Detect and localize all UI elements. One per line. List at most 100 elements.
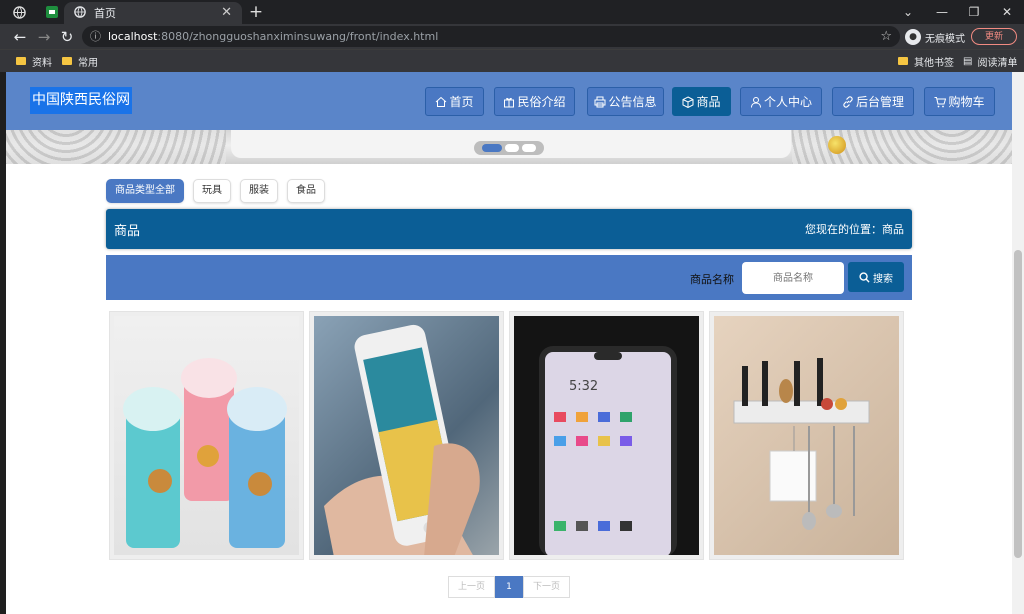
breadcrumb-current[interactable]: 商品 — [882, 223, 904, 236]
scrollbar-thumb[interactable] — [1014, 250, 1022, 558]
browser-toolbar: ← → ↻ ⓘ localhost:8080/zhongguoshanximin… — [0, 24, 1024, 49]
other-bookmarks[interactable]: 其他书签 — [898, 53, 954, 69]
new-tab-button[interactable]: + — [246, 2, 266, 22]
cart-icon — [934, 96, 947, 107]
window-close-button[interactable]: ✕ — [992, 2, 1022, 22]
nav-label: 个人中心 — [763, 95, 812, 109]
box-icon — [682, 95, 694, 108]
nav-announcements[interactable]: 公告信息 — [587, 87, 664, 116]
globe-icon[interactable] — [8, 4, 30, 20]
product-card[interactable] — [709, 311, 904, 560]
carousel-dot-1[interactable] — [482, 144, 502, 152]
search-icon — [859, 271, 870, 283]
reading-list-icon: ▤ — [963, 55, 973, 67]
page-scrollbar[interactable] — [1012, 72, 1024, 614]
breadcrumb-label: 您现在的位置： — [805, 223, 882, 236]
page-1-button[interactable]: 1 — [495, 576, 523, 598]
section-header: 商品 您现在的位置：商品 — [106, 209, 912, 249]
search-button-label: 搜索 — [873, 273, 893, 285]
nav-home[interactable]: 首页 — [425, 87, 484, 116]
carousel-indicators — [474, 141, 544, 155]
close-icon[interactable]: ✕ — [221, 5, 232, 20]
carousel-dot-3[interactable] — [522, 144, 536, 152]
site-header: 中国陕西民俗网 首页 民俗介绍 公告信息 商品 个人中心 后台管理 购物车 — [6, 72, 1012, 130]
folder-icon — [898, 57, 908, 65]
nav-label: 商品 — [696, 95, 721, 109]
banner-decoration — [792, 130, 1012, 164]
pinned-tab-icon[interactable] — [42, 4, 62, 20]
prev-page-button[interactable]: 上一页 — [448, 576, 495, 598]
bookmark-folder-1[interactable]: 资料 — [16, 53, 52, 69]
star-icon[interactable]: ☆ — [880, 26, 892, 47]
search-button[interactable]: 搜索 — [848, 262, 904, 292]
product-card[interactable] — [309, 311, 504, 560]
back-arrow-icon[interactable]: ← — [10, 27, 30, 47]
filter-all[interactable]: 商品类型全部 — [106, 179, 184, 203]
folder-icon — [62, 57, 72, 65]
nav-label: 购物车 — [948, 95, 985, 109]
lemon-decoration — [828, 136, 846, 154]
smartphone-image: 5:32 — [514, 316, 699, 555]
page-viewport: 中国陕西民俗网 首页 民俗介绍 公告信息 商品 个人中心 后台管理 购物车 商品… — [6, 72, 1012, 614]
nav-admin[interactable]: 后台管理 — [832, 87, 914, 116]
printer-icon — [594, 96, 606, 107]
bookmark-label: 常用 — [78, 57, 98, 69]
incognito-icon: ● — [905, 29, 921, 45]
carousel-dot-2[interactable] — [505, 144, 519, 152]
url-path: :8080/zhongguoshanximinsuwang/front/inde… — [157, 30, 439, 43]
bookmark-label: 资料 — [32, 57, 52, 69]
nav-folklore[interactable]: 民俗介绍 — [494, 87, 575, 116]
bookmark-folder-2[interactable]: 常用 — [62, 53, 98, 69]
banner-decoration — [6, 130, 226, 164]
minimize-button[interactable]: — — [927, 2, 957, 22]
site-logo[interactable]: 中国陕西民俗网 — [30, 87, 132, 114]
nav-products[interactable]: 商品 — [672, 87, 731, 116]
forward-arrow-icon[interactable]: → — [34, 27, 54, 47]
next-page-button[interactable]: 下一页 — [523, 576, 570, 598]
gift-icon — [504, 97, 515, 107]
globe-icon — [74, 5, 86, 21]
nav-label: 后台管理 — [855, 95, 904, 109]
chevron-down-icon[interactable]: ⌄ — [893, 2, 923, 22]
filter-clothing[interactable]: 服装 — [240, 179, 278, 203]
user-icon — [750, 96, 761, 108]
breadcrumb: 您现在的位置：商品 — [805, 221, 904, 237]
nav-profile[interactable]: 个人中心 — [740, 87, 822, 116]
section-title: 商品 — [114, 224, 141, 239]
address-bar[interactable]: ⓘ localhost:8080/zhongguoshanximinsuwang… — [82, 26, 900, 47]
phone-in-hand-image — [314, 316, 499, 555]
nav-cart[interactable]: 购物车 — [924, 87, 995, 116]
cartoon-cups-image — [114, 316, 299, 555]
utensil-rack-image — [714, 316, 899, 555]
search-label: 商品名称 — [690, 273, 734, 286]
browser-tab-bar: 首页 ✕ + ⌄ — ❐ ✕ — [0, 0, 1024, 24]
product-card[interactable]: 5:32 — [509, 311, 704, 560]
home-icon — [436, 96, 447, 107]
search-bar: 商品名称 搜索 — [106, 255, 912, 300]
update-button[interactable]: 更新 — [971, 28, 1017, 45]
product-grid: 5:32 — [109, 311, 909, 560]
restore-button[interactable]: ❐ — [959, 2, 989, 22]
info-icon[interactable]: ⓘ — [90, 26, 101, 47]
reload-icon[interactable]: ↻ — [57, 27, 77, 47]
incognito-label: 无痕模式 — [925, 33, 965, 45]
incognito-indicator[interactable]: ● 无痕模式 — [905, 27, 965, 47]
link-icon — [843, 95, 853, 108]
filter-toys[interactable]: 玩具 — [193, 179, 231, 203]
url-host: localhost — [108, 30, 158, 43]
reading-list[interactable]: ▤ 阅读清单 — [963, 53, 1017, 69]
bookmarks-bar: 资料 常用 其他书签 ▤ 阅读清单 — [0, 49, 1024, 72]
tab-title: 首页 — [94, 7, 116, 20]
active-tab[interactable]: 首页 ✕ — [64, 2, 242, 24]
filter-food[interactable]: 食品 — [287, 179, 325, 203]
nav-label: 民俗介绍 — [517, 95, 566, 109]
nav-label: 首页 — [449, 95, 474, 109]
category-filters: 商品类型全部 玩具 服装 食品 — [106, 179, 325, 203]
product-card[interactable] — [109, 311, 304, 560]
reading-list-label: 阅读清单 — [977, 57, 1018, 69]
pagination: 上一页 1 下一页 — [448, 576, 570, 598]
folder-icon — [16, 57, 26, 65]
search-input[interactable] — [742, 262, 844, 294]
svg-text:5:32: 5:32 — [569, 379, 598, 394]
nav-label: 公告信息 — [608, 95, 657, 109]
